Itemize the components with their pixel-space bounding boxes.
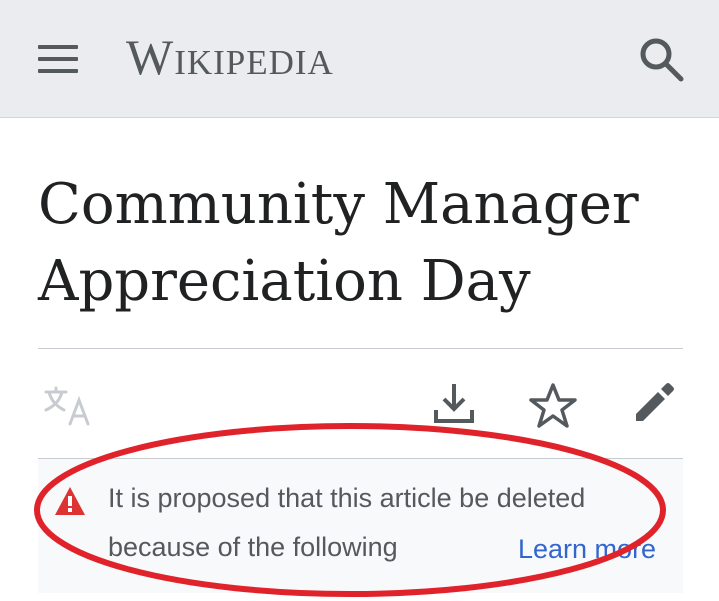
wikipedia-logo[interactable]: Wikipedia (126, 26, 334, 88)
title-divider (38, 348, 683, 349)
download-icon[interactable] (431, 380, 477, 426)
star-icon[interactable] (528, 382, 578, 428)
deletion-notice[interactable] (38, 458, 683, 593)
top-header: Wikipedia (0, 0, 719, 118)
search-icon[interactable] (636, 34, 686, 84)
page-title: Community Manager Appreciation Day (38, 166, 688, 320)
notice-text-line-2: because of the following (108, 532, 398, 562)
learn-more-link[interactable]: Learn more (518, 534, 656, 565)
pencil-edit-icon[interactable] (630, 380, 676, 426)
warning-icon (55, 487, 85, 515)
hamburger-menu-icon[interactable] (38, 43, 80, 75)
page-title-line-2: Appreciation Day (38, 249, 531, 314)
page-title-line-1: Community Manager (38, 172, 639, 237)
translate-icon[interactable] (42, 386, 94, 426)
notice-text-line-1: It is proposed that this article be dele… (108, 483, 586, 513)
